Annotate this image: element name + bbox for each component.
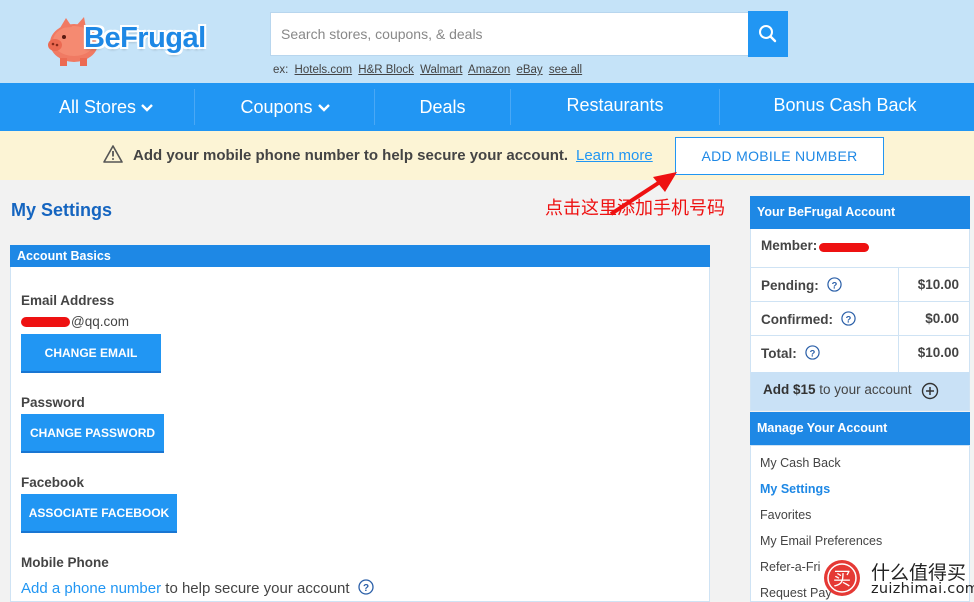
main-nav: All Stores Coupons Deals Restaurants Bon… — [0, 83, 974, 131]
menu-item-request-payment[interactable]: Request Pay — [760, 586, 832, 600]
redaction-mark — [21, 317, 70, 328]
nav-divider — [719, 89, 720, 125]
total-row: Total: ? $10.00 — [751, 335, 969, 373]
row-divider — [898, 268, 899, 301]
nav-divider — [194, 89, 195, 125]
add-bonus-row[interactable]: Add $15 to your account — [751, 372, 969, 410]
svg-text:?: ? — [845, 314, 851, 324]
add-bonus-text: Add $15 to your account — [763, 382, 912, 397]
change-password-button[interactable]: CHANGE PASSWORD — [21, 414, 164, 453]
email-value: @qq.com — [21, 314, 129, 329]
add-mobile-number-button[interactable]: ADD MOBILE NUMBER — [675, 137, 884, 175]
help-icon[interactable]: ? — [358, 579, 374, 595]
svg-text:买: 买 — [833, 569, 851, 590]
confirmed-value: $0.00 — [925, 311, 959, 326]
watermark-badge: 买 — [824, 560, 860, 596]
menu-item-my-settings[interactable]: My Settings — [760, 482, 830, 496]
hint-link[interactable]: Walmart — [420, 64, 462, 76]
total-value: $10.00 — [917, 345, 959, 360]
mobile-phone-text: to help secure your account — [165, 580, 350, 597]
confirmed-label: Confirmed: ? — [761, 311, 856, 327]
warning-icon — [103, 145, 123, 163]
svg-text:?: ? — [363, 583, 369, 594]
nav-divider — [510, 89, 511, 125]
help-icon[interactable]: ? — [804, 345, 820, 360]
nav-bonus-cash-back[interactable]: Bonus Cash Back — [750, 83, 940, 131]
nav-restaurants[interactable]: Restaurants — [540, 83, 690, 131]
help-icon[interactable]: ? — [841, 311, 856, 326]
svg-text:?: ? — [809, 348, 815, 358]
hint-link[interactable]: H&R Block — [358, 64, 414, 76]
add-phone-link[interactable]: Add a phone number — [21, 580, 161, 597]
chevron-down-icon — [317, 104, 330, 112]
alert-message: Add your mobile phone number to help sec… — [133, 147, 569, 164]
nav-label: Coupons — [240, 97, 313, 117]
redaction-mark — [819, 243, 869, 252]
nav-label: All Stores — [58, 97, 136, 117]
search-input[interactable]: Search stores, coupons, & deals — [270, 12, 748, 56]
total-label: Total: ? — [761, 345, 820, 361]
hint-prefix: ex: — [273, 64, 289, 76]
associate-facebook-button[interactable]: ASSOCIATE FACEBOOK — [21, 494, 177, 533]
svg-text:?: ? — [831, 280, 837, 290]
watermark-url: zuizhimai.com — [871, 581, 974, 597]
hint-see-all-link[interactable]: see all — [549, 64, 582, 76]
mobile-phone-prompt: Add a phone number to help secure your a… — [21, 579, 374, 597]
change-email-button[interactable]: CHANGE EMAIL — [21, 334, 161, 373]
search-hints: ex: Hotels.com H&R Block Walmart Amazon … — [273, 64, 585, 76]
nav-all-stores[interactable]: All Stores — [36, 83, 176, 131]
menu-item-favorites[interactable]: Favorites — [760, 508, 811, 522]
hint-link[interactable]: Hotels.com — [295, 64, 353, 76]
page-title: My Settings — [11, 200, 113, 220]
plus-circle-icon[interactable] — [921, 382, 939, 400]
help-icon[interactable]: ? — [826, 277, 842, 292]
hint-link[interactable]: Amazon — [468, 64, 510, 76]
member-label: Member: — [761, 238, 818, 253]
confirmed-row: Confirmed: ? $0.00 — [751, 301, 969, 335]
email-suffix: @qq.com — [71, 314, 129, 329]
search-button[interactable] — [748, 11, 788, 57]
nav-coupons[interactable]: Coupons — [220, 83, 350, 131]
hint-link[interactable]: eBay — [516, 64, 542, 76]
chevron-down-icon — [141, 104, 153, 112]
row-divider — [898, 302, 899, 335]
nav-deals[interactable]: Deals — [390, 83, 495, 131]
panel-title: Account Basics — [10, 245, 710, 267]
email-label: Email Address — [21, 293, 115, 308]
pending-value: $10.00 — [917, 277, 959, 292]
account-summary-title: Your BeFrugal Account — [750, 196, 970, 229]
menu-item-email-preferences[interactable]: My Email Preferences — [760, 534, 882, 548]
member-row: Member: — [751, 229, 969, 267]
menu-item-refer-a-friend[interactable]: Refer-a-Fri — [760, 560, 820, 574]
nav-divider — [374, 89, 375, 125]
pending-row: Pending: ? $10.00 — [751, 267, 969, 301]
password-label: Password — [21, 395, 85, 410]
annotation-text: 点击这里添加手机号码 — [545, 198, 725, 219]
search-icon — [759, 25, 777, 43]
mobile-phone-label: Mobile Phone — [21, 555, 109, 570]
facebook-label: Facebook — [21, 475, 85, 490]
befrugal-logo[interactable]: BeFrugal — [46, 14, 216, 66]
row-divider — [898, 336, 899, 373]
manage-account-title: Manage Your Account — [750, 412, 970, 445]
menu-item-my-cash-back[interactable]: My Cash Back — [760, 456, 841, 470]
learn-more-link[interactable]: Learn more — [576, 147, 653, 164]
logo-wordmark: BeFrugal — [84, 22, 206, 54]
pending-label: Pending: ? — [761, 277, 842, 293]
